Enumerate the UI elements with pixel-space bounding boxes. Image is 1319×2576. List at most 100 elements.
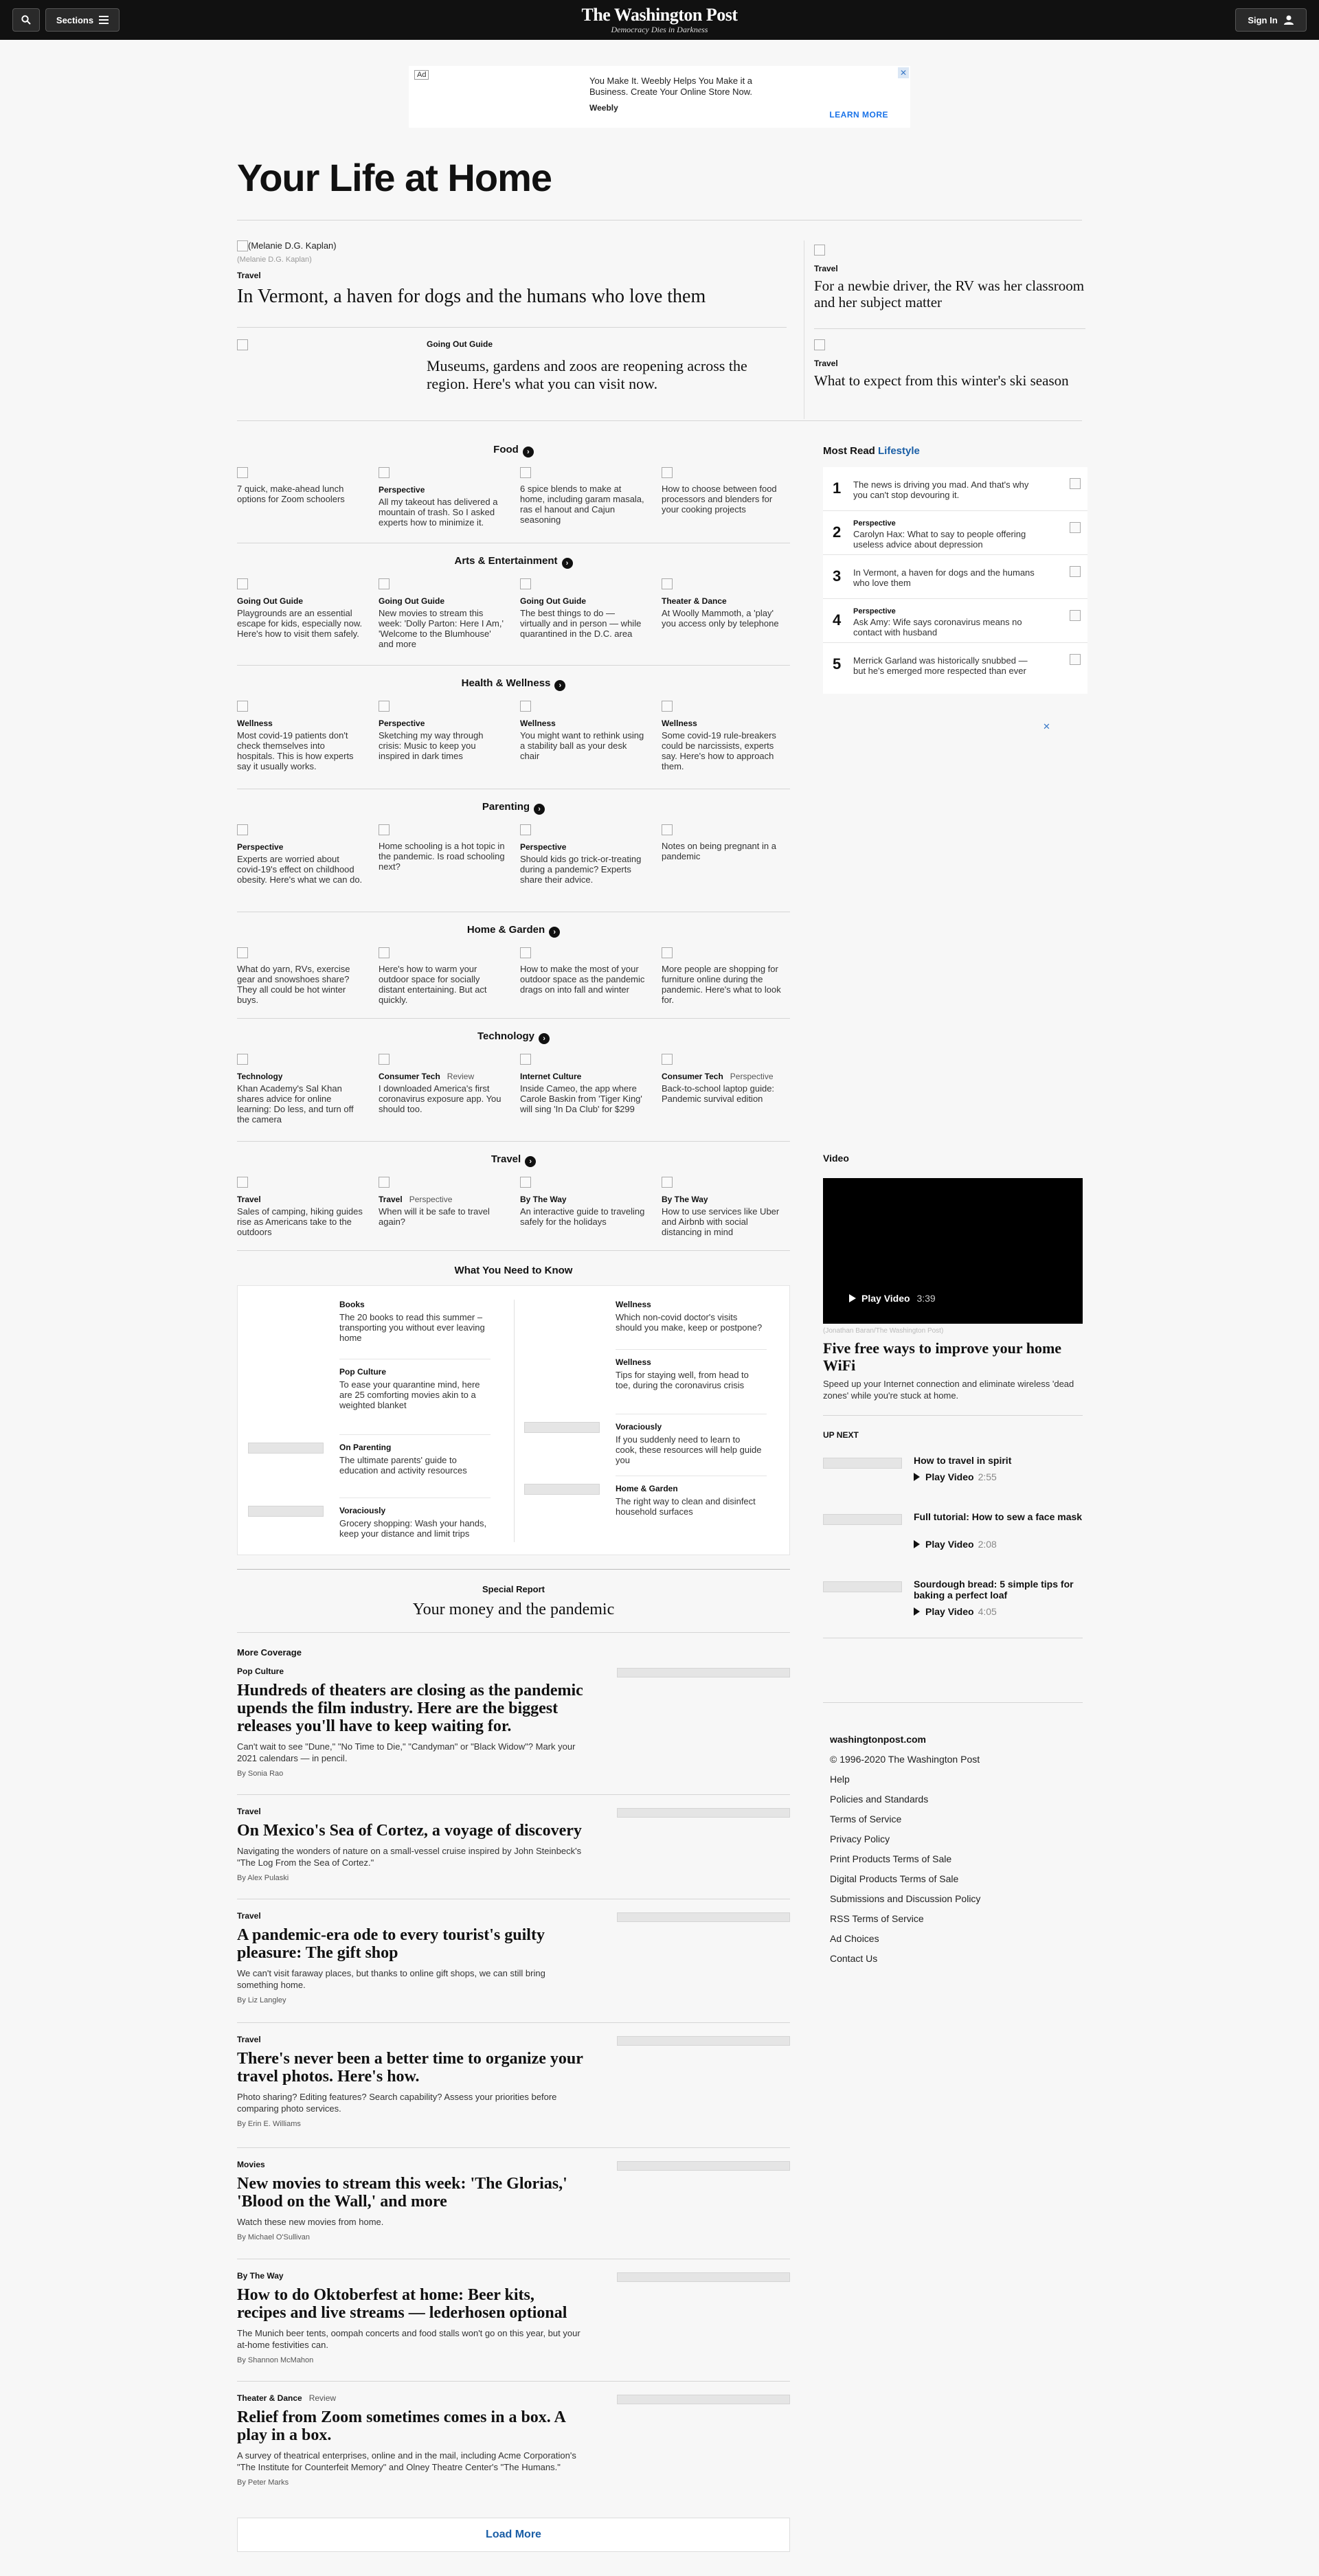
story-card[interactable]: Here's how to warm your outdoor space fo… [379, 947, 506, 1005]
story-card[interactable]: Perspective Experts are worried about cov… [237, 824, 364, 885]
most-read-headline[interactable]: In Vermont, a haven for dogs and the hum… [853, 567, 1039, 588]
story-kicker[interactable]: Theater & Dance [662, 596, 789, 607]
story-kicker[interactable]: Wellness [662, 719, 789, 729]
most-read-item[interactable]: 1 The news is driving you mad. And that's… [823, 470, 1087, 511]
section-title[interactable]: Food [493, 444, 519, 455]
wyntk-thumbnail[interactable] [524, 1484, 600, 1495]
section-title[interactable]: Home & Garden [467, 924, 545, 936]
story-headline[interactable]: Here's how to warm your outdoor space fo… [379, 964, 506, 1005]
story-card[interactable]: Wellness You might want to rethink using … [520, 701, 647, 761]
sign-in-button[interactable]: Sign In [1235, 8, 1307, 32]
wyntk-item[interactable]: Pop Culture To ease your quarantine mind,… [238, 1367, 492, 1422]
arrow-right-icon[interactable]: › [561, 558, 573, 569]
footer-link[interactable]: Submissions and Discussion Policy [830, 1893, 980, 1904]
story-card[interactable]: Perspective All my takeout has delivered … [379, 467, 506, 528]
right-story-headline[interactable]: What to expect from this winter's ski se… [814, 372, 1085, 389]
kicker-label[interactable]: Technology [237, 1072, 282, 1081]
story-kicker[interactable]: Travel [237, 1195, 364, 1205]
kicker-label[interactable]: Consumer Tech [379, 1072, 440, 1081]
wyntk-headline[interactable]: Grocery shopping: Wash your hands, keep … [339, 1518, 487, 1539]
coverage-image[interactable] [617, 1808, 790, 1818]
footer-link[interactable]: Digital Products Terms of Sale [830, 1873, 958, 1884]
story-headline[interactable]: Notes on being pregnant in a pandemic [662, 841, 789, 861]
story-card[interactable]: Perspective Sketching my way through cris… [379, 701, 506, 761]
story-headline[interactable]: You might want to rethink using a stabil… [520, 730, 647, 761]
kicker-label[interactable]: Going Out Guide [520, 596, 586, 606]
wyntk-thumbnail[interactable] [248, 1367, 324, 1378]
up-next-title[interactable]: How to travel in spirit [914, 1455, 1085, 1466]
video-title[interactable]: Five free ways to improve your home WiFi [823, 1340, 1084, 1374]
story-kicker[interactable]: By The Way [520, 1195, 647, 1205]
footer-link[interactable]: Terms of Service [830, 1814, 901, 1824]
wyntk-thumbnail[interactable] [248, 1443, 324, 1454]
kicker-label[interactable]: Perspective [379, 485, 425, 495]
coverage-byline[interactable]: By Liz Langley [237, 1996, 790, 2004]
wyntk-headline[interactable]: The right way to clean and disinfect hou… [616, 1496, 763, 1517]
story-headline[interactable]: Home schooling is a hot topic in the pan… [379, 841, 506, 872]
story-headline[interactable]: I downloaded America's first coronavirus… [379, 1083, 506, 1114]
kicker-label[interactable]: Travel [237, 1807, 261, 1816]
wyntk-headline[interactable]: The 20 books to read this summer – trans… [339, 1312, 487, 1343]
site-logo[interactable]: The Washington Post Democracy Dies in Da… [522, 5, 797, 35]
wyntk-item[interactable]: On Parenting The ultimate parents' guide … [238, 1443, 492, 1498]
coverage-image[interactable] [617, 1668, 790, 1677]
wyntk-item[interactable]: Books The 20 books to read this summer – … [238, 1300, 492, 1355]
second-kicker[interactable]: Going Out Guide [427, 339, 784, 349]
footer-link[interactable]: Contact Us [830, 1953, 877, 1964]
story-headline[interactable]: More people are shopping for furniture o… [662, 964, 789, 1005]
kicker-label[interactable]: Travel [379, 1195, 403, 1204]
coverage-image[interactable] [617, 1912, 790, 1922]
most-read-category-link[interactable]: Lifestyle [878, 445, 920, 457]
story-headline[interactable]: Sketching my way through crisis: Music t… [379, 730, 506, 761]
story-headline[interactable]: Most covid-19 patients don't check thems… [237, 730, 364, 771]
up-next-play-button[interactable]: Play Video 4:05 [914, 1606, 997, 1617]
story-card[interactable]: Going Out Guide The best things to do — v… [520, 578, 647, 639]
lead-story[interactable]: (Melanie D.G. Kaplan) (Melanie D.G. Kapl… [237, 240, 759, 308]
footer-link[interactable]: Ad Choices [830, 1933, 879, 1944]
wyntk-thumbnail[interactable] [524, 1300, 600, 1311]
most-read-item[interactable]: 3 In Vermont, a haven for dogs and the hu… [823, 558, 1087, 599]
right-story-1[interactable]: Travel For a newbie driver, the RV was h… [814, 245, 1085, 310]
wyntk-kicker[interactable]: Wellness [616, 1357, 651, 1367]
coverage-headline[interactable]: On Mexico's Sea of Cortez, a voyage of d… [237, 1822, 587, 1840]
coverage-headline[interactable]: There's never been a better time to orga… [237, 2050, 587, 2086]
coverage-story[interactable]: Pop Culture Hundreds of theaters are clos… [237, 1667, 790, 1778]
second-headline[interactable]: Museums, gardens and zoos are reopening … [427, 357, 784, 393]
coverage-headline[interactable]: How to do Oktoberfest at home: Beer kits… [237, 2286, 587, 2322]
story-card[interactable]: Notes on being pregnant in a pandemic [662, 824, 789, 861]
story-kicker[interactable]: Perspective [520, 842, 647, 852]
coverage-byline[interactable]: By Erin E. Williams [237, 2120, 790, 2128]
story-kicker[interactable]: Technology [237, 1072, 364, 1082]
kicker-label[interactable]: Travel [237, 2035, 261, 2044]
wyntk-item[interactable]: Voraciously If you suddenly need to learn… [514, 1422, 768, 1477]
wyntk-kicker[interactable]: Wellness [616, 1300, 651, 1309]
second-story-image[interactable] [237, 339, 248, 352]
story-headline[interactable]: Some covid-19 rule-breakers could be nar… [662, 730, 789, 771]
wyntk-kicker[interactable]: Pop Culture [339, 1367, 386, 1377]
arrow-right-icon[interactable]: › [549, 927, 561, 938]
story-kicker[interactable]: Perspective [379, 719, 506, 729]
story-headline[interactable]: How to use services like Uber and Airbnb… [662, 1206, 789, 1237]
wyntk-kicker[interactable]: Books [339, 1300, 365, 1309]
most-read-item[interactable]: 2 Perspective Carolyn Hax: What to say to … [823, 514, 1087, 555]
kicker-label[interactable]: Travel [237, 1911, 261, 1921]
story-card[interactable]: Wellness Most covid-19 patients don't che… [237, 701, 364, 771]
most-read-item[interactable]: 4 Perspective Ask Amy: Wife says coronavir… [823, 602, 1087, 643]
kicker-label[interactable]: Perspective [237, 842, 283, 852]
advertisement[interactable]: Ad ✕ You Make It. Weebly Helps You Make … [409, 66, 910, 128]
story-card[interactable]: More people are shopping for furniture o… [662, 947, 789, 1005]
footer-link[interactable]: Policies and Standards [830, 1794, 928, 1805]
story-card[interactable]: Travel Perspective When will it be safe to… [379, 1177, 506, 1227]
arrow-right-icon[interactable]: › [554, 680, 566, 691]
coverage-story[interactable]: By The Way How to do Oktoberfest at home:… [237, 2271, 790, 2364]
coverage-headline[interactable]: A pandemic-era ode to every tourist's gu… [237, 1926, 587, 1962]
ad-close-icon[interactable]: ✕ [1043, 721, 1050, 732]
kicker-label[interactable]: Internet Culture [520, 1072, 581, 1081]
story-card[interactable]: Technology Khan Academy's Sal Khan shares… [237, 1054, 364, 1125]
section-heading-travel[interactable]: Travel › [237, 1153, 790, 1167]
kicker-label[interactable]: Going Out Guide [237, 596, 303, 606]
kicker-label[interactable]: Perspective [379, 719, 425, 728]
wyntk-item[interactable]: Wellness Tips for staying well, from head… [514, 1357, 768, 1412]
story-headline[interactable]: What do yarn, RVs, exercise gear and sno… [237, 964, 364, 1005]
story-kicker[interactable]: Going Out Guide [237, 596, 364, 607]
